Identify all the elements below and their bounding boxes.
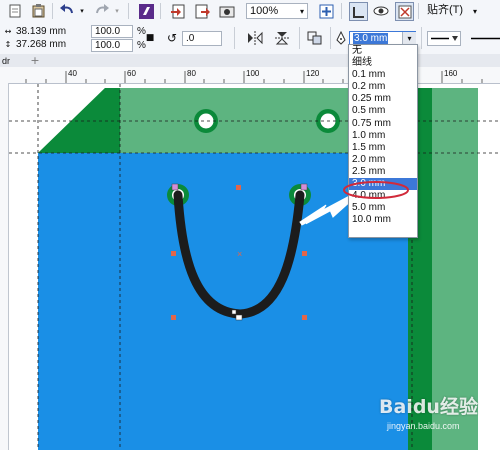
rotate-icon: ↺ [166,31,178,45]
clipboard-icon[interactable] [31,3,45,19]
object-width[interactable]: 38.139 mm [16,26,66,38]
dropdown-option[interactable]: 无 [349,45,417,57]
line-style-select[interactable] [427,31,461,46]
dropdown-option[interactable]: 细线 [349,57,417,69]
dropdown-option[interactable]: 1.5 mm [349,142,417,154]
publish-icon[interactable] [219,3,235,19]
watermark-url: jingyan.baidu.com [387,421,460,431]
dropdown-option[interactable]: 0.5 mm [349,105,417,117]
ruler-tick-label: 40 [68,69,77,78]
lock-ratio-icon[interactable]: ■ [145,32,155,44]
outline-width-dropdown[interactable]: 无 细线 0.1 mm 0.2 mm 0.25 mm 0.5 mm 0.75 m… [348,44,418,238]
rotation-input[interactable]: .0 [182,31,222,46]
tab-document[interactable]: dr [2,55,10,67]
dropdown-option[interactable]: 0.75 mm [349,118,417,130]
chevron-down-icon[interactable]: ▾ [297,4,307,18]
export-icon[interactable] [195,3,211,19]
width-icon: ↔ [4,26,12,36]
chevron-down-icon[interactable]: ▾ [78,6,86,16]
vertical-ruler [0,83,9,450]
dropdown-option[interactable]: 2.5 mm [349,166,417,178]
outline-icon[interactable] [306,30,324,46]
pen-nib-icon [335,30,347,46]
dropdown-option[interactable]: 1.0 mm [349,130,417,142]
ruler-tick-label: 160 [444,69,458,78]
launcher-icon[interactable] [138,3,154,19]
redo-icon[interactable] [94,3,110,19]
property-bar: ↔ 38.139 mm ↕ 37.268 mm 100.0 % 100.0 % … [0,22,500,55]
height-icon: ↕ [4,39,12,49]
grid-icon[interactable] [395,2,414,21]
zoom-fit-icon[interactable] [318,3,334,19]
line-end-select[interactable] [469,31,500,46]
watermark-brand: Baidu经验 [379,396,478,418]
undo-icon[interactable] [59,3,75,19]
object-height[interactable]: 37.268 mm [16,39,66,51]
rulers-icon[interactable] [349,2,368,21]
scale-y-input[interactable]: 100.0 [91,39,133,52]
dropdown-option[interactable]: 5.0 mm [349,202,417,214]
highlight-ring [343,181,409,199]
dropdown-option[interactable]: 10.0 mm [349,214,417,226]
horizontal-ruler: 40 60 80 100 120 140 160 [0,67,500,84]
import-icon[interactable] [170,3,186,19]
snap-menu[interactable]: 贴齐(T) [427,4,463,16]
ruler-tick-label: 60 [127,69,136,78]
dropdown-option[interactable]: 2.0 mm [349,154,417,166]
view-icon[interactable] [373,3,389,19]
standard-toolbar: ▾ ▾ 100% ▾ 贴齐(T) ▾ [0,0,500,23]
chevron-down-icon[interactable]: ▾ [470,4,480,18]
ruler-tick-label: 120 [306,69,320,78]
mirror-vertical-icon[interactable] [273,30,291,46]
chevron-down-icon[interactable]: ▾ [113,6,121,16]
svg-text:×: × [237,249,242,259]
document-tab-bar: dr + [0,54,500,68]
dropdown-option[interactable]: 0.25 mm [349,93,417,105]
add-tab-icon[interactable]: + [28,54,42,67]
baidu-watermark: Baidu经验 jingyan.baidu.com [375,392,495,437]
bag-left-flap[interactable] [38,88,120,153]
mirror-horizontal-icon[interactable] [246,30,264,46]
dropdown-option[interactable]: 0.2 mm [349,81,417,93]
ruler-tick-label: 80 [187,69,196,78]
scale-x-input[interactable]: 100.0 [91,25,133,38]
ruler-tick-label: 100 [246,69,260,78]
page-icon[interactable] [8,3,22,19]
dropdown-option[interactable]: 0.1 mm [349,69,417,81]
